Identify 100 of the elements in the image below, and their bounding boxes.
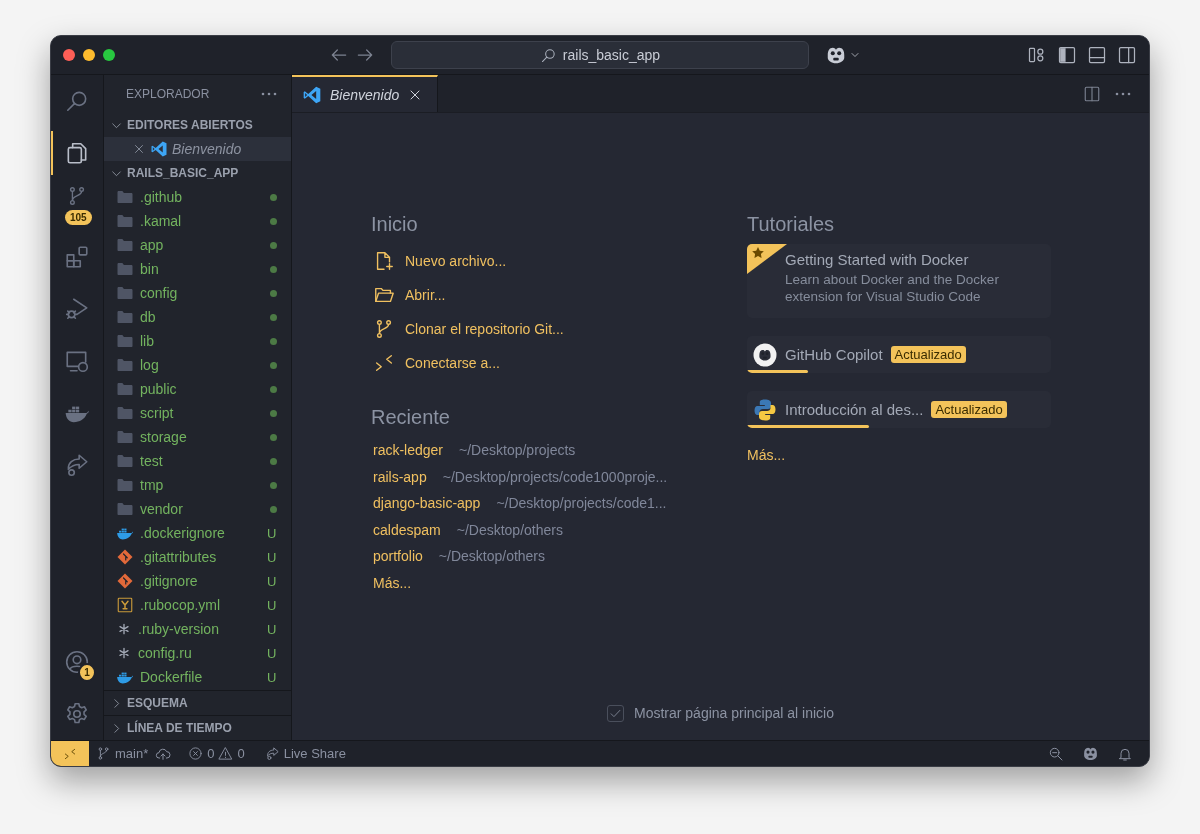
- count-badge: 105: [65, 210, 92, 225]
- code-logo-icon: [150, 140, 168, 158]
- folder-icon: [116, 308, 134, 326]
- project-path: ~/Desktop/others: [438, 548, 546, 565]
- extensions-icon[interactable]: [64, 244, 90, 270]
- file-tree-item[interactable]: script: [104, 401, 291, 425]
- section-heading: Tutoriales: [747, 213, 836, 236]
- file-tree-item[interactable]: lib: [104, 329, 291, 353]
- more-link[interactable]: Más...: [371, 574, 412, 591]
- file-tree-item[interactable]: .ruby-version U: [104, 617, 291, 641]
- folder-icon: [116, 428, 134, 446]
- project-path: ~/Desktop/others: [456, 521, 563, 538]
- file-tree-item[interactable]: vendor: [104, 497, 291, 521]
- tutorial-card[interactable]: GitHub Copilot Actualizado: [747, 336, 1051, 373]
- section-header[interactable]: RAILS_BASIC_APP: [127, 166, 239, 180]
- asterisk-icon: [116, 621, 132, 637]
- warning-count: 0: [237, 746, 245, 761]
- code-logo-icon: [302, 84, 322, 105]
- more-actions-icon[interactable]: [261, 92, 277, 96]
- section-header[interactable]: EDITORES ABIERTOS: [127, 118, 253, 132]
- file-tree-item[interactable]: storage: [104, 425, 291, 449]
- open-editor-item[interactable]: Bienvenido: [104, 137, 291, 161]
- zoom-out-icon[interactable]: [1048, 745, 1064, 762]
- sidebar-toggle-icon[interactable]: [1057, 45, 1077, 65]
- file-tree-item[interactable]: .dockerignore U: [104, 521, 291, 545]
- project-path: ~/Desktop/projects/code1000proje...: [442, 468, 668, 485]
- recent-project-link[interactable]: rails-app: [371, 468, 427, 485]
- count-badge: 1: [78, 663, 96, 682]
- folder-icon: [116, 260, 134, 278]
- section-header[interactable]: ESQUEMA: [127, 696, 188, 710]
- play-bug-icon[interactable]: [64, 296, 90, 322]
- error-icon: [188, 746, 204, 761]
- account-icon[interactable]: [64, 649, 90, 675]
- file-tree-item[interactable]: config.ru U: [104, 641, 291, 665]
- status-letter: U: [267, 573, 277, 589]
- file-tree-item[interactable]: db: [104, 305, 291, 329]
- command-center-search[interactable]: rails_basic_app: [391, 41, 809, 69]
- more-actions-icon[interactable]: [1115, 91, 1131, 96]
- split-editor-icon[interactable]: [1083, 84, 1101, 103]
- recent-project-link[interactable]: portfolio: [371, 548, 423, 565]
- project-path: ~/Desktop/projects/code1...: [496, 495, 667, 512]
- status-letter: U: [267, 549, 277, 565]
- folder-icon: [116, 332, 134, 350]
- status-letter: U: [267, 621, 277, 637]
- search-icon: [539, 46, 557, 64]
- file-tree-item[interactable]: bin: [104, 257, 291, 281]
- recent-project-link[interactable]: django-basic-app: [371, 495, 481, 512]
- folder-icon: [116, 188, 134, 206]
- status-letter: U: [267, 525, 277, 541]
- file-tree-item[interactable]: test: [104, 449, 291, 473]
- live-share-button[interactable]: Live Share: [257, 746, 353, 761]
- folder-icon: [116, 356, 134, 374]
- y-box-icon: [116, 596, 134, 614]
- minimize-window-button[interactable]: [83, 49, 95, 61]
- panel-toggle-icon[interactable]: [1087, 45, 1107, 65]
- tutorial-card[interactable]: Getting Started with Docker Learn about Docker and the Docker extension for Visual Studio Code: [747, 244, 1051, 318]
- start-link[interactable]: Nuevo archivo...: [371, 244, 507, 278]
- checkbox[interactable]: [607, 704, 624, 722]
- robot-face-icon: [753, 342, 777, 367]
- branch-button[interactable]: main*: [89, 746, 156, 761]
- sidebar-title: EXPLORADOR: [126, 87, 210, 101]
- start-link[interactable]: Clonar el repositorio Git...: [371, 312, 564, 346]
- active-indicator: [51, 131, 53, 175]
- recent-project-link[interactable]: rack-ledger: [371, 442, 444, 459]
- robot-face-icon[interactable]: [1082, 745, 1099, 762]
- secondary-sidebar-icon[interactable]: [1117, 45, 1137, 65]
- maximize-window-button[interactable]: [103, 49, 115, 61]
- start-link[interactable]: Conectarse a...: [371, 346, 500, 380]
- tutorial-title: GitHub Copilot: [785, 346, 883, 363]
- file-tree-item[interactable]: public: [104, 377, 291, 401]
- folder-icon: [116, 500, 134, 518]
- tutorial-card[interactable]: Introducción al des... Actualizado: [747, 391, 1051, 428]
- recent-project-link[interactable]: caldespam: [371, 521, 441, 538]
- star-corner-icon: [747, 244, 787, 274]
- remote-button[interactable]: [51, 741, 89, 766]
- file-tree-item[interactable]: app: [104, 233, 291, 257]
- status-letter: U: [267, 669, 277, 685]
- file-tree-item[interactable]: .github: [104, 185, 291, 209]
- file-tree-item[interactable]: tmp: [104, 473, 291, 497]
- file-tree-item[interactable]: .rubocop.yml U: [104, 593, 291, 617]
- file-tree-item[interactable]: .gitignore U: [104, 569, 291, 593]
- section-heading: Reciente: [371, 406, 451, 429]
- close-window-button[interactable]: [63, 49, 75, 61]
- diamond-icon: [116, 548, 134, 566]
- file-tree-item[interactable]: .kamal: [104, 209, 291, 233]
- file-tree-item[interactable]: config: [104, 281, 291, 305]
- more-link[interactable]: Más...: [747, 447, 786, 463]
- start-link[interactable]: Abrir...: [371, 278, 446, 312]
- folder-icon: [116, 380, 134, 398]
- problems-button[interactable]: 0 0: [181, 746, 252, 761]
- tutorial-description: Learn about Docker and the Docker extension for Visual Studio Code: [785, 272, 1000, 306]
- section-header[interactable]: LÍNEA DE TIEMPO: [127, 721, 232, 735]
- editor-tab[interactable]: Bienvenido: [292, 75, 439, 112]
- warning-icon: [218, 746, 234, 761]
- file-tree-item[interactable]: Dockerfile U: [104, 665, 291, 689]
- file-tree-item[interactable]: .gitattributes U: [104, 545, 291, 569]
- updated-badge: Actualizado: [931, 401, 1007, 418]
- file-tree-item[interactable]: log: [104, 353, 291, 377]
- snakes-icon: [753, 397, 777, 422]
- diamond-icon: [116, 572, 134, 590]
